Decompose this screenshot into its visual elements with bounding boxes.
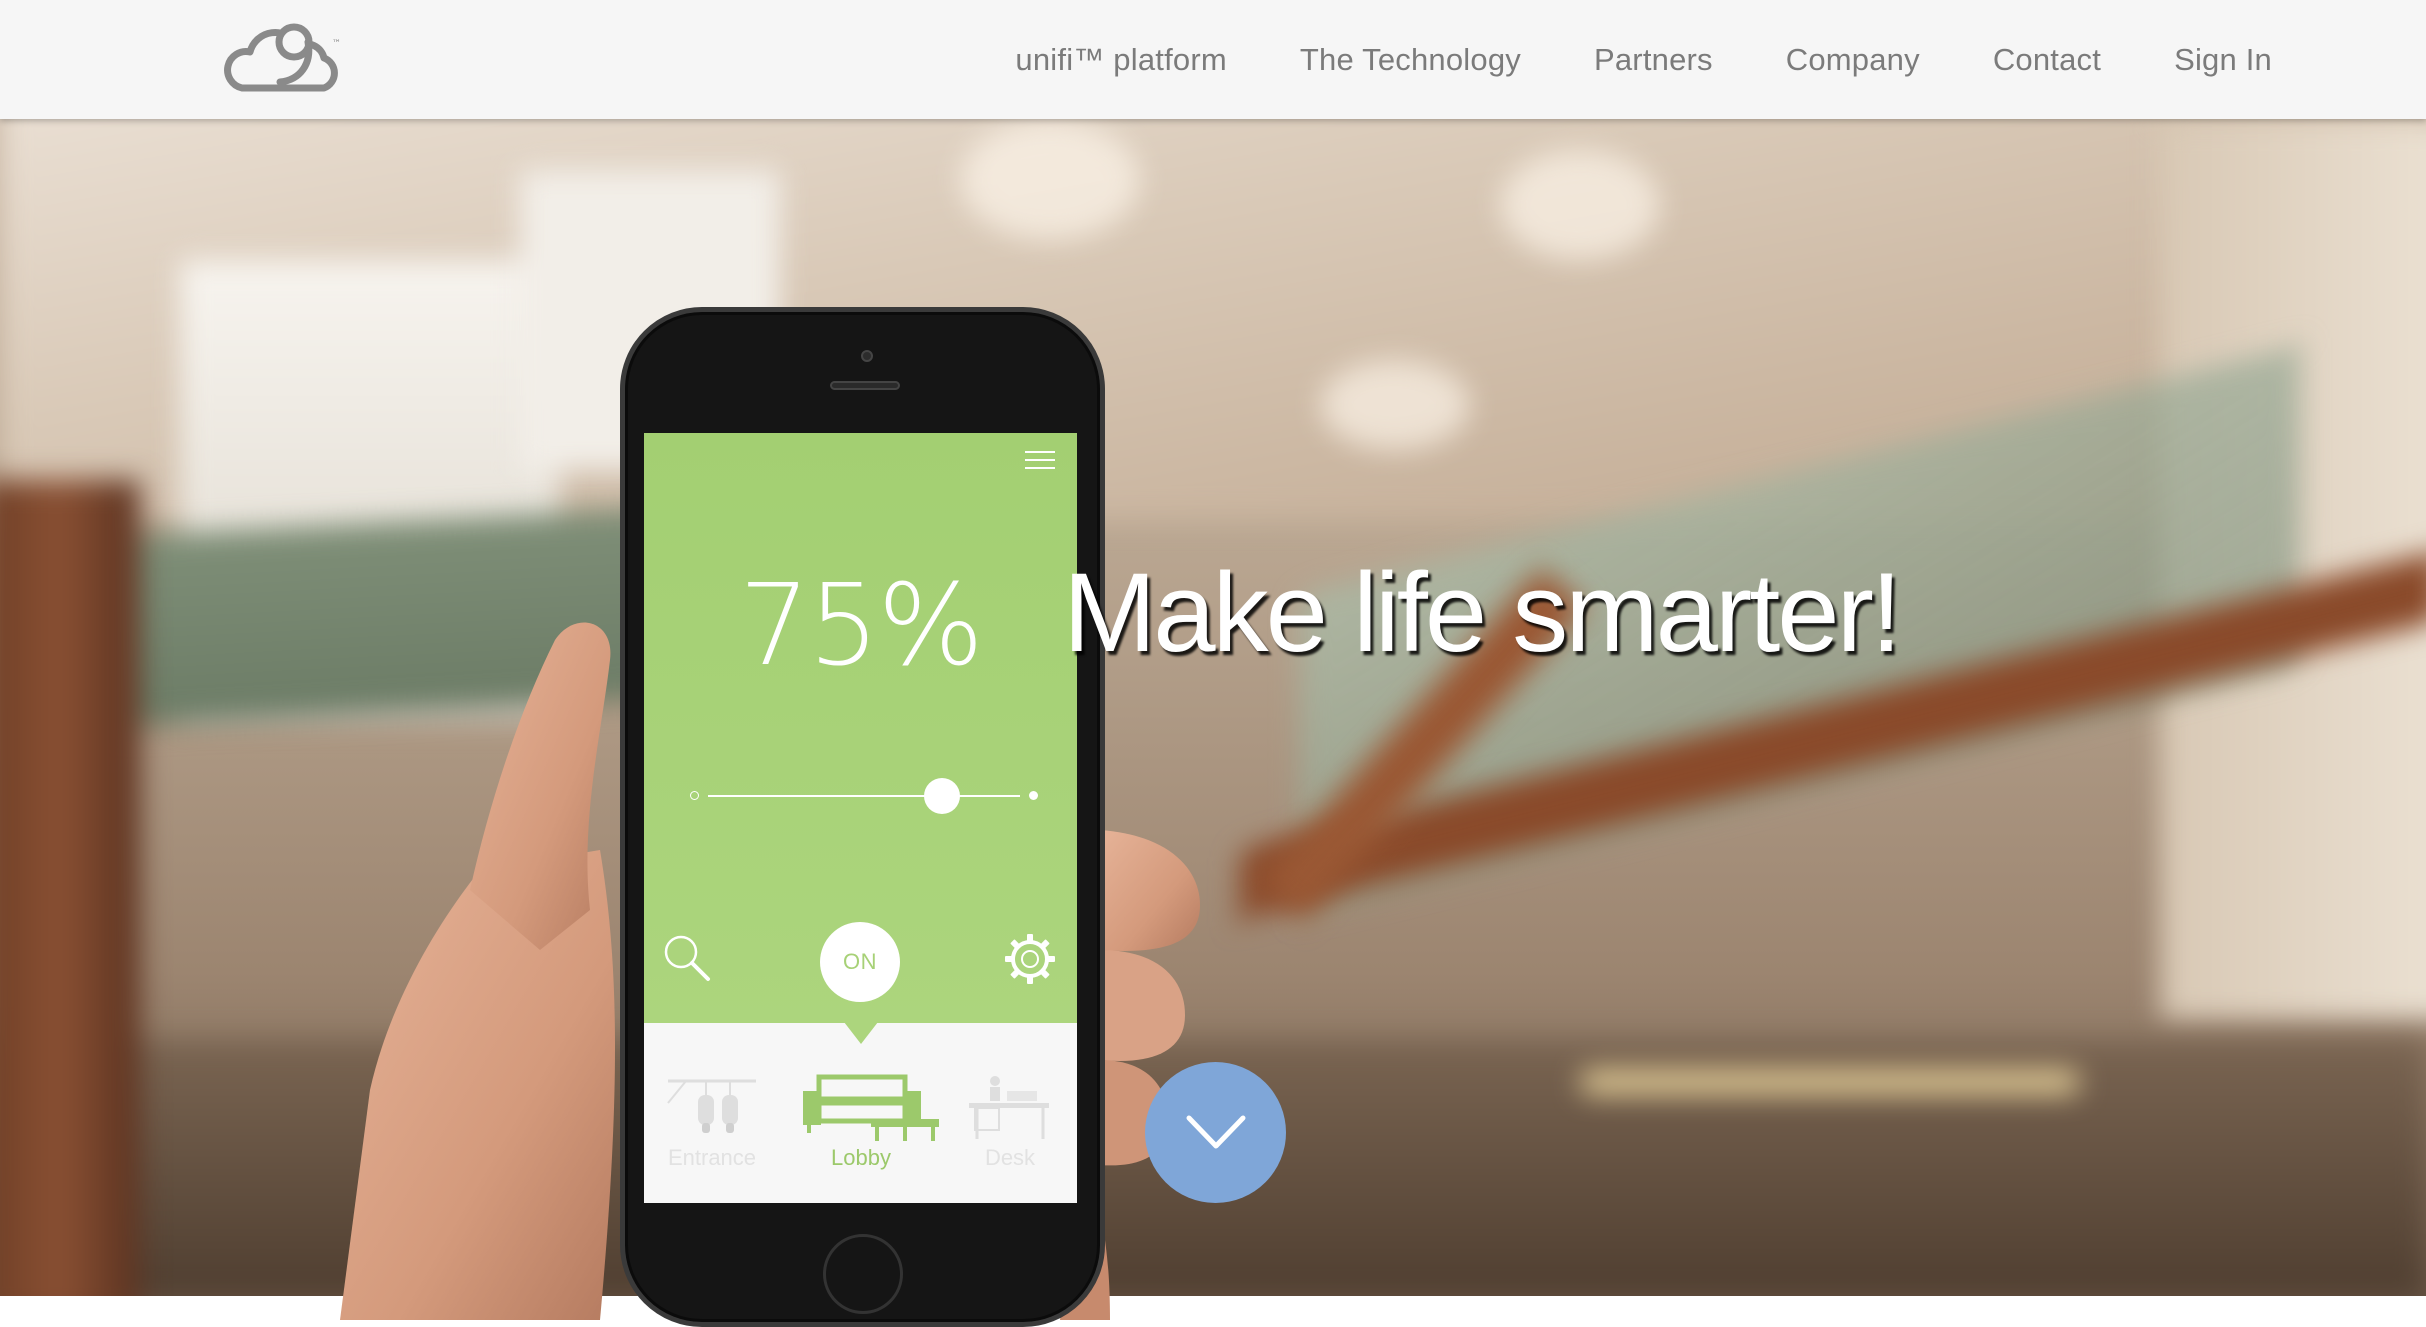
room-tab-lobby[interactable]: Lobby [801, 1073, 939, 1171]
nav-item-contact[interactable]: Contact [1993, 42, 2101, 78]
room-selector: Entrance Lobby Desk [644, 1023, 1077, 1203]
background-lamp [1500, 150, 1660, 260]
nav-item-partners[interactable]: Partners [1594, 42, 1713, 78]
nav-item-sign-in[interactable]: Sign In [2174, 42, 2272, 78]
hamburger-menu-icon[interactable] [1025, 451, 1055, 473]
room-tab-entrance[interactable]: Entrance [652, 1073, 772, 1171]
slider-thumb[interactable] [924, 778, 960, 814]
background-lamp [960, 120, 1140, 240]
nav-item-company[interactable]: Company [1786, 42, 1920, 78]
room-label: Entrance [667, 1145, 757, 1170]
room-tab-desk[interactable]: Desk [950, 1073, 1070, 1171]
app-screen: 75% ON Entrance Lobby Desk [644, 433, 1077, 1203]
background-lights [1580, 1070, 2080, 1094]
track-lights-icon [667, 1079, 756, 1133]
home-button [823, 1234, 903, 1314]
nav-item-unifi-platform[interactable]: unifi™ platform [1015, 42, 1226, 78]
background-wood-panel [0, 480, 140, 1296]
camera-icon [861, 350, 873, 362]
slider-min-dot-icon [690, 791, 699, 800]
background-lamp [1320, 360, 1470, 450]
hero-headline: Make life smarter! [1063, 550, 1902, 675]
brightness-readout: 75% [739, 561, 984, 691]
desk-icon [969, 1076, 1049, 1139]
cloud-9-logo-icon[interactable]: ™ [220, 12, 350, 92]
chevron-down-icon [1186, 1115, 1246, 1149]
room-label: Lobby [831, 1145, 891, 1170]
speaker-grille [830, 381, 900, 390]
room-label: Desk [984, 1145, 1036, 1170]
svg-text:™: ™ [332, 39, 341, 49]
slider-max-dot-icon [1029, 791, 1038, 800]
top-navigation-bar: ™ unifi™ platform The Technology Partner… [0, 0, 2426, 119]
smartphone-mockup: 75% ON Entrance Lobby Desk [620, 307, 1105, 1327]
selected-room-pointer [844, 1022, 878, 1044]
sofa-icon [803, 1074, 939, 1141]
search-icon[interactable] [662, 933, 712, 983]
power-toggle-button[interactable]: ON [820, 922, 900, 1002]
nav-item-the-technology[interactable]: The Technology [1300, 42, 1521, 78]
slider-track [708, 795, 1020, 797]
gear-icon[interactable] [1003, 932, 1057, 986]
scroll-down-button[interactable] [1145, 1062, 1286, 1203]
brightness-slider[interactable] [690, 778, 1038, 814]
nav-links: unifi™ platform The Technology Partners … [942, 0, 2272, 119]
